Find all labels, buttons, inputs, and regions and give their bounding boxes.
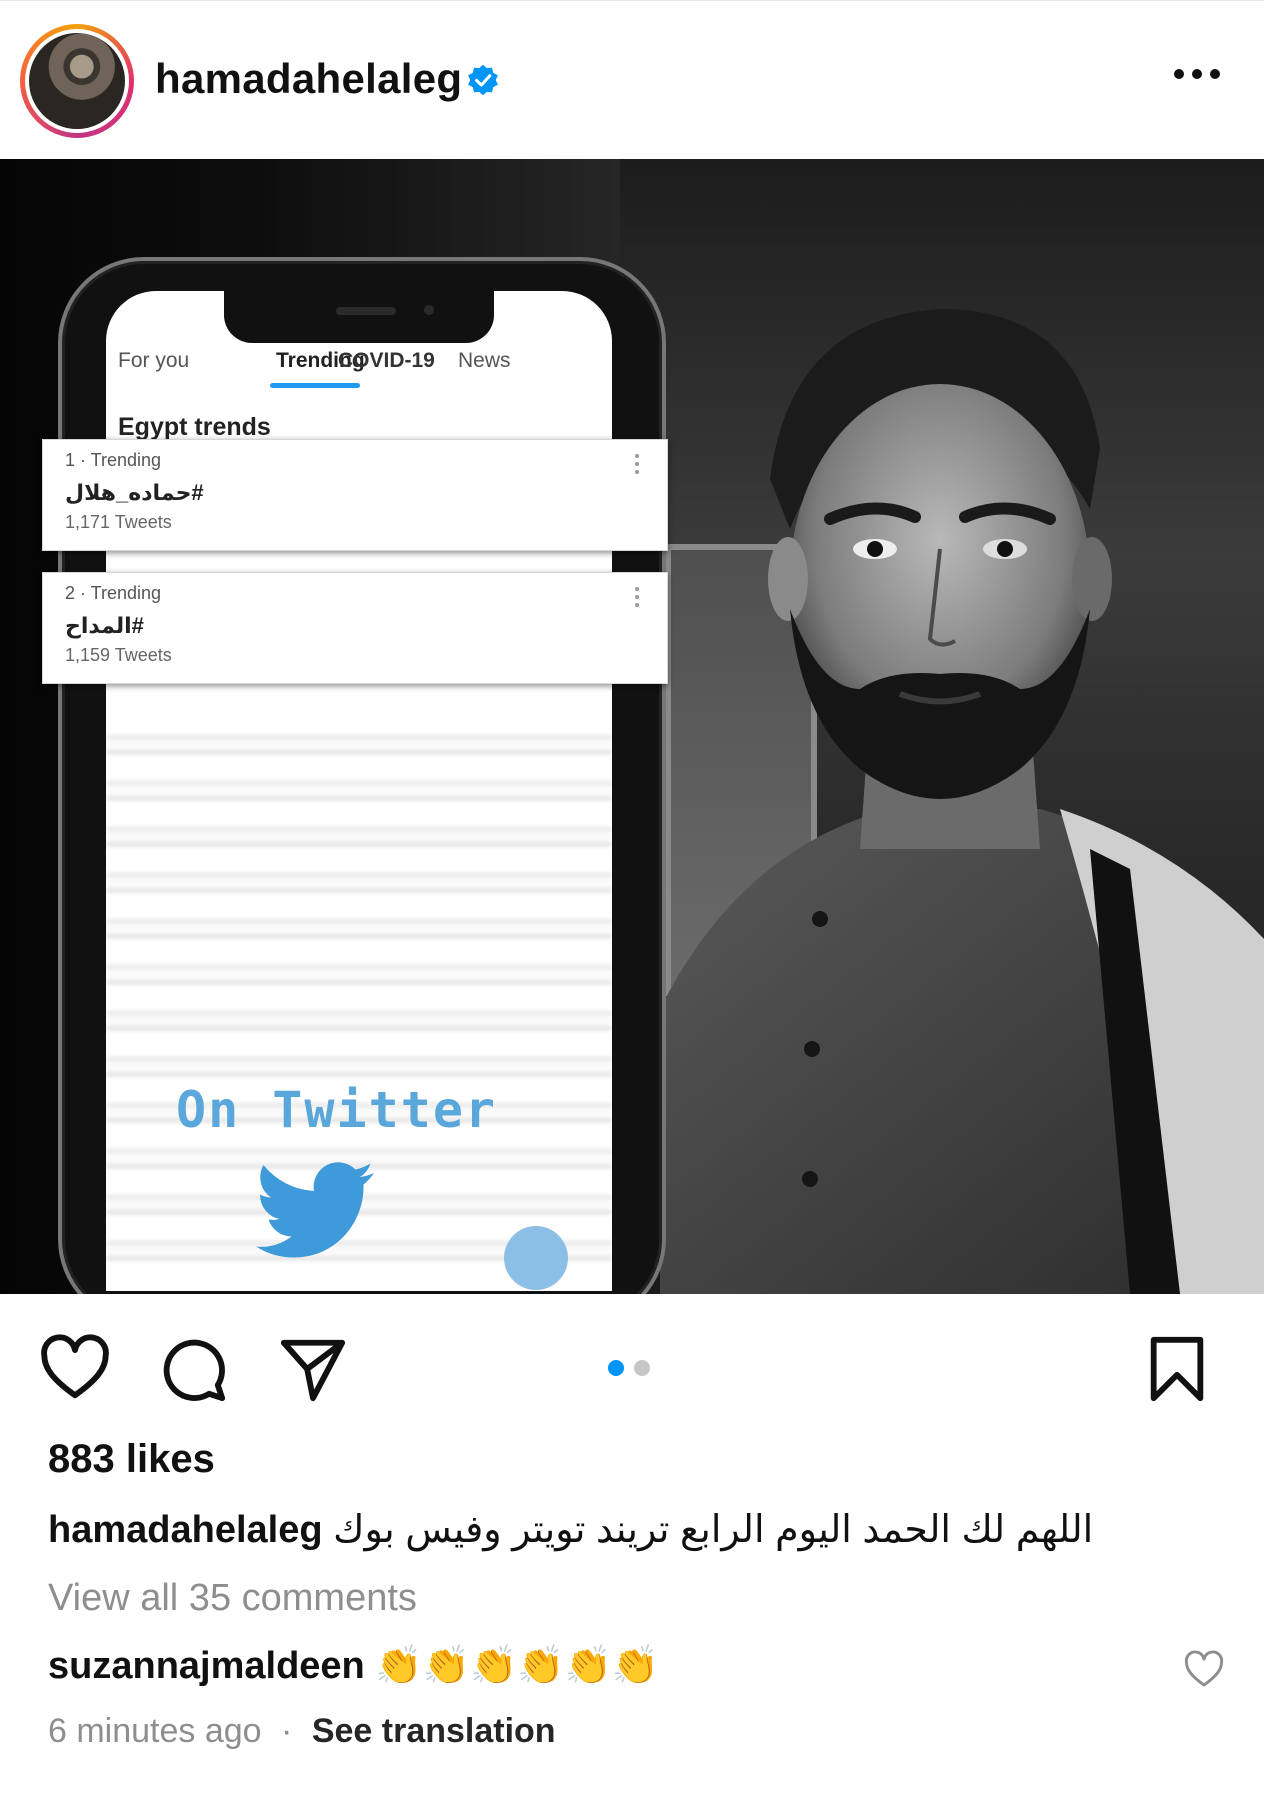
tab-covid: COVID-19 [338, 349, 435, 372]
twitter-tabs: For you Trending COVID-19 News [106, 341, 612, 391]
carousel-dots [608, 1360, 650, 1376]
likes-count[interactable]: 883 likes [48, 1437, 215, 1482]
man-portrait [660, 309, 1264, 1294]
caption-username[interactable]: hamadahelaleg [48, 1509, 323, 1551]
trend-hashtag: #حماده_هلال [65, 480, 204, 505]
carousel-dot [634, 1360, 650, 1376]
comment-bubble-icon[interactable] [158, 1334, 228, 1404]
more-options-icon[interactable] [1174, 67, 1222, 81]
post-username[interactable]: hamadahelaleg [155, 55, 462, 103]
caption-text: اللهم لك الحمد اليوم الرابع تريند تويتر … [333, 1509, 1094, 1551]
tab-news: News [458, 349, 511, 372]
comment-row: suzannajmaldeen 👏👏👏👏👏👏 [48, 1644, 659, 1688]
comment-username[interactable]: suzannajmaldeen [48, 1645, 365, 1687]
trend-rank: 2 · Trending [65, 583, 162, 603]
kebab-icon [635, 454, 639, 474]
post-caption: hamadahelaleg اللهم لك الحمد اليوم الراب… [48, 1507, 1228, 1552]
trend-tweet-count: 1,159 Tweets [65, 645, 172, 665]
comment-timestamp: 6 minutes ago [48, 1712, 262, 1750]
like-heart-icon[interactable] [40, 1334, 110, 1404]
bookmark-icon[interactable] [1142, 1334, 1212, 1404]
trend-tweet-count: 1,171 Tweets [65, 512, 172, 532]
view-all-comments-link[interactable]: View all 35 comments [48, 1577, 417, 1620]
comment-meta: 6 minutes ago · See translation [48, 1712, 556, 1751]
trend-card-1: 1 · Trending #حماده_هلال 1,171 Tweets [42, 439, 668, 551]
twitter-bird-icon [256, 1162, 374, 1258]
trend-hashtag: #المداح [65, 613, 144, 638]
post-actions [0, 1300, 1264, 1420]
comment-text: 👏👏👏👏👏👏 [375, 1645, 660, 1687]
story-ring[interactable] [20, 24, 134, 138]
avatar[interactable] [25, 29, 129, 133]
see-translation-link[interactable]: See translation [312, 1712, 556, 1750]
meta-separator: · [281, 1712, 293, 1750]
tab-for-you: For you [118, 349, 190, 372]
compose-tweet-icon [504, 1226, 568, 1290]
trend-card-2: 2 · Trending #المداح 1,159 Tweets [42, 572, 668, 684]
share-send-icon[interactable] [278, 1334, 348, 1404]
kebab-icon [635, 587, 639, 607]
comment-like-heart-icon[interactable] [1184, 1650, 1224, 1690]
overlay-text: On Twitter [176, 1081, 498, 1139]
verified-badge-icon [468, 64, 498, 96]
avatar-image [29, 33, 125, 129]
tab-underline [270, 383, 360, 388]
trend-rank: 1 · Trending [65, 450, 162, 470]
post-image[interactable]: For you Trending COVID-19 News Egypt tre… [0, 159, 1264, 1294]
section-title: Egypt trends [118, 413, 271, 441]
phone-mockup: For you Trending COVID-19 News Egypt tre… [58, 257, 666, 1294]
post-header: hamadahelaleg [0, 0, 1264, 159]
phone-notch [224, 291, 494, 343]
carousel-dot [608, 1360, 624, 1376]
